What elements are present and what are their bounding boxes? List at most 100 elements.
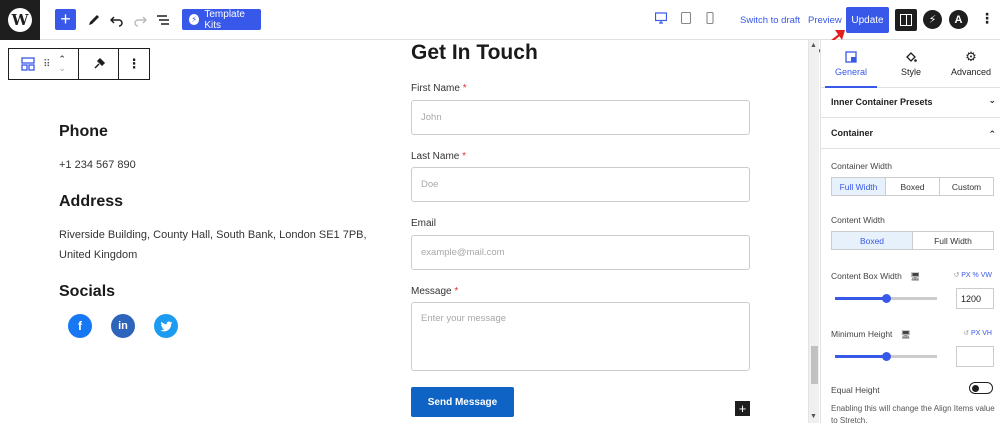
address-heading: Address (59, 193, 124, 210)
desktop-icon: 🖥 (900, 330, 911, 339)
form-title: Get In Touch (411, 41, 538, 64)
facebook-icon[interactable]: f (68, 314, 92, 338)
more-vertical-icon: ⋮ (127, 56, 141, 71)
scroll-down-icon[interactable]: ▼ (810, 413, 817, 420)
paint-bucket-icon (906, 52, 917, 62)
content-width-boxed[interactable]: Boxed (832, 232, 913, 249)
tab-general[interactable]: General (821, 40, 881, 88)
template-kits-label: Template Kits (204, 8, 245, 31)
socials-heading: Socials (59, 283, 116, 300)
add-block-button[interactable]: + (55, 9, 76, 30)
inner-container-presets-toggle[interactable]: Inner Container Presets ⌄ (831, 95, 996, 107)
redo-button[interactable] (131, 9, 149, 31)
tablet-preview-icon[interactable] (680, 12, 692, 24)
switch-to-draft-link[interactable]: Switch to draft (740, 15, 800, 26)
minimum-height-slider[interactable] (835, 352, 937, 361)
phone-heading: Phone (59, 123, 108, 140)
min-height-units-text: PX VH (970, 330, 992, 337)
settings-sidebar-toggle-icon[interactable] (895, 9, 917, 31)
first-name-placeholder: John (421, 112, 442, 123)
reset-icon[interactable]: ↺ (953, 272, 959, 279)
minimum-height-units[interactable]: ↺ PX VH (963, 329, 992, 337)
desktop-preview-icon[interactable] (655, 12, 667, 24)
container-width-control: Full Width Boxed Custom (831, 177, 994, 196)
content-box-width-slider[interactable] (835, 294, 937, 303)
canvas-scrollbar[interactable]: ▲ ▼ (808, 40, 819, 423)
required-mark: * (462, 151, 467, 162)
add-block-inline-icon[interactable]: + (735, 401, 750, 416)
options-menu-icon[interactable]: ⋮ (980, 10, 994, 27)
inner-presets-label: Inner Container Presets (831, 97, 933, 107)
mobile-preview-icon[interactable] (704, 12, 716, 24)
drag-handle-icon[interactable]: ⠿ (43, 59, 50, 70)
wordpress-logo-icon: W (8, 8, 32, 32)
content-width-full[interactable]: Full Width (913, 232, 993, 249)
astra-icon[interactable]: A (949, 10, 968, 29)
general-tab-icon (845, 51, 857, 63)
container-width-full[interactable]: Full Width (832, 178, 886, 195)
content-box-width-units[interactable]: ↺ PX % VW (953, 271, 992, 279)
message-label: Message * (411, 286, 458, 297)
last-name-label-text: Last Name (411, 151, 460, 162)
block-options-button[interactable]: ⋮ (119, 49, 149, 79)
equal-height-label: Equal Height (831, 385, 880, 395)
move-up-down-icon[interactable]: ⌃ ⌄ (58, 55, 66, 73)
scrollbar-thumb[interactable] (811, 346, 818, 384)
minimum-height-input[interactable] (956, 346, 994, 367)
gear-icon: ⚙ (965, 49, 977, 64)
content-width-control: Boxed Full Width (831, 231, 994, 250)
desktop-icon: 🖥 (910, 272, 921, 281)
last-name-input[interactable]: Doe (411, 167, 750, 202)
slider-handle[interactable] (881, 352, 891, 361)
container-width-label: Container Width (831, 161, 892, 171)
linkedin-icon[interactable]: in (111, 314, 135, 338)
content-box-width-input[interactable]: 1200 (956, 288, 994, 309)
reset-icon[interactable]: ↺ (963, 330, 969, 337)
undo-button[interactable] (108, 9, 126, 31)
twitter-icon[interactable] (154, 314, 178, 338)
tab-general-label: General (834, 67, 868, 77)
format-tool-button[interactable] (79, 49, 119, 79)
minimum-height-label: Minimum Height 🖥 (831, 329, 911, 339)
block-toolbar: ⠿ ⌃ ⌄ ⋮ (8, 48, 150, 80)
email-input[interactable]: example@mail.com (411, 235, 750, 270)
divider (821, 117, 1000, 118)
wordpress-logo-button[interactable]: W (0, 0, 40, 40)
content-box-width-text: Content Box Width (831, 271, 902, 281)
chevron-up-icon: ⌃ (988, 129, 996, 139)
brush-icon (93, 57, 105, 69)
plus-icon: + (60, 9, 71, 29)
container-block-icon (21, 57, 35, 71)
equal-height-toggle[interactable] (969, 382, 993, 394)
tools-button[interactable] (85, 9, 103, 31)
spectra-bolt-icon[interactable]: ⚡ (923, 10, 942, 29)
scroll-up-icon[interactable]: ▲ (810, 42, 817, 49)
phone-value: +1 234 567 890 (59, 159, 136, 171)
tab-advanced-label: Advanced (950, 67, 992, 77)
block-switcher[interactable]: ⠿ ⌃ ⌄ (9, 49, 79, 79)
template-kits-button[interactable]: ⚡ Template Kits (182, 8, 261, 31)
first-name-input[interactable]: John (411, 100, 750, 135)
block-settings-panel: General Style ⚙ Advanced Inner Container… (820, 40, 1000, 423)
tab-advanced[interactable]: ⚙ Advanced (941, 40, 1000, 88)
divider (821, 148, 1000, 149)
required-mark: * (454, 286, 459, 297)
container-width-boxed[interactable]: Boxed (886, 178, 940, 195)
email-label: Email (411, 218, 437, 229)
container-width-custom[interactable]: Custom (940, 178, 993, 195)
tab-style-label: Style (900, 67, 921, 77)
min-height-text: Minimum Height (831, 329, 893, 339)
equal-height-help: Enabling this will change the Align Item… (831, 404, 995, 423)
message-textarea[interactable]: Enter your message (411, 302, 750, 371)
pencil-icon (89, 15, 99, 25)
last-name-placeholder: Doe (421, 179, 439, 190)
send-message-button[interactable]: Send Message (411, 387, 514, 417)
tab-style[interactable]: Style (881, 40, 941, 88)
first-name-label: First Name * (411, 83, 467, 94)
chevron-down-icon: ⌄ (988, 95, 996, 105)
first-name-label-text: First Name (411, 83, 460, 94)
content-width-label: Content Width (831, 215, 885, 225)
slider-handle[interactable] (881, 294, 891, 303)
container-section-toggle[interactable]: Container ⌃ (831, 128, 996, 139)
document-overview-button[interactable] (154, 9, 172, 31)
